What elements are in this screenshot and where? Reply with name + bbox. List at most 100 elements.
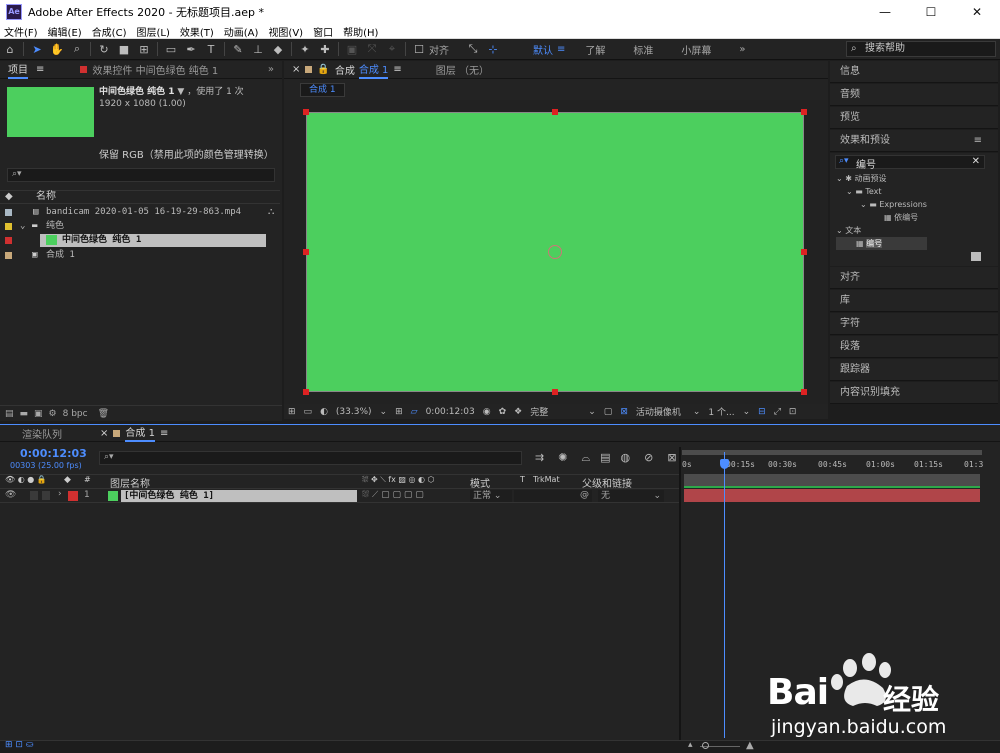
effects-search-input[interactable]: ⌕▾ 编号 ✕ (835, 155, 985, 171)
menu-file[interactable]: 文件(F) (4, 24, 38, 39)
label-column-icon[interactable]: ◆ (5, 191, 13, 203)
dropdown-icon[interactable]: ⌄ (693, 407, 701, 417)
tree-item[interactable]: ▦ 依编号 (836, 211, 927, 224)
panel-preview[interactable]: 预览 (830, 107, 998, 129)
transform-handle[interactable] (801, 249, 807, 255)
minimize-button[interactable]: — (862, 0, 908, 24)
menu-effect[interactable]: 效果(T) (180, 24, 214, 39)
channel-icon[interactable]: ❖ (514, 407, 522, 417)
panel-info[interactable]: 信息 (830, 61, 998, 83)
transform-handle[interactable] (552, 109, 558, 115)
dropdown-icon[interactable]: ⌄ (588, 407, 596, 417)
transform-handle[interactable] (801, 109, 807, 115)
tab-timeline-composition[interactable]: × 合成 1 ≡ (92, 424, 176, 442)
workspace-learn[interactable]: 了解 (585, 42, 605, 57)
new-preset-icon[interactable] (971, 252, 981, 261)
mask-visibility-icon[interactable]: ▱ (411, 407, 418, 417)
pan-behind-tool-icon[interactable]: ⊞ (135, 40, 153, 58)
menu-view[interactable]: 视图(V) (268, 24, 303, 39)
vr-mask-icon[interactable]: ◐ (320, 407, 328, 417)
world-axis-icon[interactable]: ⤧ (363, 40, 381, 58)
tree-item[interactable]: ⌄ ▬ Expressions (836, 198, 927, 211)
graph-editor-toggle-icon[interactable]: ⊠ (667, 451, 676, 465)
zoom-select[interactable]: (33.3%) (336, 407, 372, 417)
panel-effects-presets[interactable]: 效果和预设 ≡ (830, 130, 998, 152)
menu-window[interactable]: 窗口 (313, 24, 333, 39)
workspace-standard[interactable]: 标准 (633, 42, 653, 57)
new-composition-icon[interactable]: ▣ (34, 409, 43, 419)
menu-edit[interactable]: 编辑(E) (48, 24, 82, 39)
menu-layer[interactable]: 图层(L) (136, 24, 169, 39)
layer-duration-bar[interactable] (684, 489, 980, 502)
timeline-search-input[interactable]: ⌕▾ (99, 451, 522, 465)
tab-render-queue[interactable]: 渲染队列 (14, 424, 70, 442)
delete-icon[interactable]: 🗑 (98, 409, 109, 419)
status-icons[interactable]: ⊞ ⊡ ⛀ (5, 740, 33, 750)
composition-breadcrumb[interactable]: 合成 1 (300, 83, 345, 97)
tree-item[interactable]: ⌄ 文本 (836, 224, 927, 237)
transform-handle[interactable] (303, 109, 309, 115)
layer-switches[interactable]: ⛆ ⟋ ▢ ▢ ▢ ▢ (362, 490, 424, 500)
tree-item[interactable]: ⌄ ✱ 动画预设 (836, 172, 927, 185)
label-color-chip[interactable] (68, 491, 78, 501)
visibility-eye-icon[interactable]: 👁 (5, 490, 16, 500)
show-snapshot-icon[interactable]: ✿ (499, 407, 507, 417)
search-help-input[interactable]: ⌕ 搜索帮助 (846, 41, 996, 57)
home-icon[interactable]: ⌂ (1, 40, 19, 58)
timeline-toggle-icon[interactable]: ⊡ (789, 407, 797, 417)
layer-name[interactable]: [中间色绿色 纯色 1] (121, 490, 357, 502)
puppet-pin-tool-icon[interactable]: ✚ (316, 40, 334, 58)
maximize-button[interactable]: ☐ (908, 0, 954, 24)
workspace-small-screen[interactable]: 小屏幕 (681, 42, 711, 57)
new-folder-icon[interactable]: ▬ (20, 409, 29, 419)
solo-toggle[interactable] (30, 491, 38, 500)
menu-help[interactable]: 帮助(H) (343, 24, 378, 39)
zoom-out-icon[interactable]: ▴ (688, 740, 693, 750)
rotate-tool-icon[interactable]: ↻ (95, 40, 113, 58)
comp-mini-flowchart-icon[interactable]: ⇉ (535, 451, 544, 465)
current-time-indicator[interactable] (724, 452, 725, 738)
motion-blur-icon[interactable]: ◍ (621, 451, 631, 465)
panel-audio[interactable]: 音频 (830, 84, 998, 106)
3d-view-icon[interactable]: ⊟ (758, 407, 766, 417)
monitor-icon[interactable]: ▭ (304, 407, 313, 417)
panel-paragraph[interactable]: 段落 (830, 336, 998, 358)
lock-toggle[interactable] (42, 491, 50, 500)
shy-layers-icon[interactable]: ⌓ (581, 451, 590, 465)
mode-select[interactable]: 正常 ⌄ (470, 490, 512, 502)
expand-arrow-icon[interactable]: › (58, 489, 62, 499)
align-checkbox-icon[interactable]: ☐ (410, 40, 428, 58)
brush-tool-icon[interactable]: ✎ (229, 40, 247, 58)
layer-row[interactable]: 👁 › 1 [中间色绿色 纯色 1] ⛆ ⟋ ▢ ▢ ▢ ▢ 正常 ⌄ @ 无 ⌄ (0, 488, 680, 503)
bpc-depth-button[interactable]: 8 bpc (63, 409, 88, 419)
dropdown-icon[interactable]: ⌄ (380, 407, 388, 417)
fast-preview-icon[interactable]: ⤢ (774, 407, 781, 417)
camera-select[interactable]: 活动摄像机 (636, 405, 681, 418)
pickwhip-icon[interactable]: @ (580, 490, 589, 500)
clone-stamp-tool-icon[interactable]: ⊥ (249, 40, 267, 58)
eraser-tool-icon[interactable]: ◆ (269, 40, 287, 58)
panel-libraries[interactable]: 库 (830, 290, 998, 312)
panel-align[interactable]: 对齐 (830, 267, 998, 289)
timeline-divider[interactable] (679, 447, 681, 740)
zoom-tool-icon[interactable]: ⌕ (68, 40, 86, 58)
current-time-display[interactable]: 0:00:12:03 (426, 407, 475, 417)
close-button[interactable]: ✕ (954, 0, 1000, 24)
transparency-grid-icon[interactable]: ⊠ (620, 407, 628, 417)
panel-more-icon[interactable]: » (260, 61, 282, 79)
anchor-point-icon[interactable] (548, 245, 562, 259)
trkmat-column-header[interactable]: TrkMat (533, 475, 560, 484)
work-area-bar[interactable] (684, 474, 980, 486)
roto-brush-tool-icon[interactable]: ✦ (296, 40, 314, 58)
playhead-handle[interactable] (720, 459, 729, 469)
tree-item[interactable]: ▦ 编号 (836, 237, 927, 250)
pen-tool-icon[interactable]: ✒ (182, 40, 200, 58)
workspace-default[interactable]: 默认 (533, 42, 553, 57)
project-item[interactable]: 中间色绿色 纯色 1 (0, 233, 280, 247)
type-tool-icon[interactable]: T (202, 40, 220, 58)
selection-tool-icon[interactable]: ➤ (28, 40, 46, 58)
draft-3d-icon[interactable]: ✺ (558, 451, 567, 465)
interpret-footage-icon[interactable]: ▤ (5, 409, 14, 419)
transform-handle[interactable] (303, 389, 309, 395)
project-item[interactable]: ▤ bandicam 2020-01-05 16-19-29-863.mp4 ⛬ (0, 205, 280, 219)
